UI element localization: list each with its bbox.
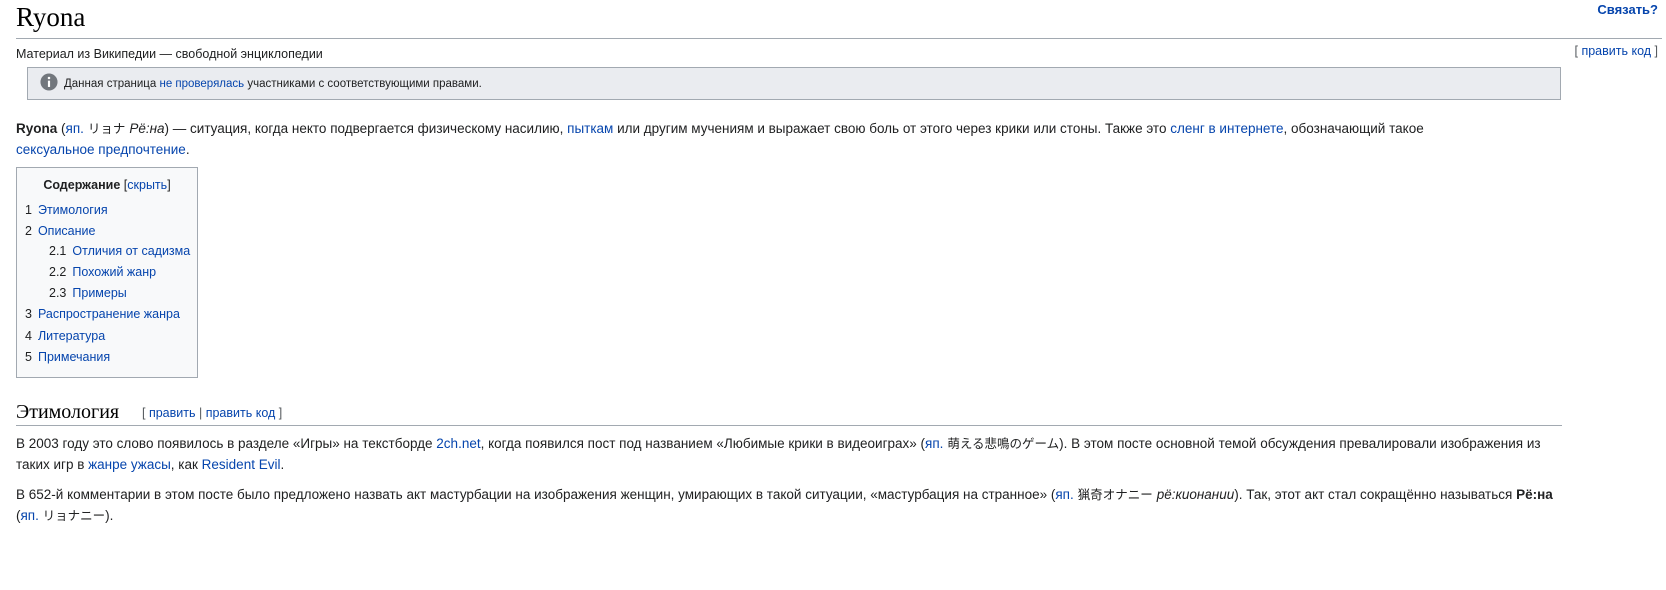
internet-slang-link[interactable]: сленг в интернете [1170, 121, 1283, 136]
section-heading-etymology: Этимология [ править | править код ] [16, 398, 1562, 426]
jp-lang-link[interactable]: яп. [66, 121, 84, 136]
not-reviewed-link[interactable]: не проверялась [159, 78, 244, 90]
toc-item-sadism-differences[interactable]: 2.1 Отличия от садизма [49, 244, 190, 258]
toc-item-genre-spread[interactable]: 3 Распространение жанра [25, 307, 180, 321]
toc-item-description[interactable]: 2 Описание [25, 224, 95, 238]
jp-lang-link[interactable]: яп. [21, 508, 39, 523]
toc-item-etymology[interactable]: 1 Этимология [25, 203, 108, 217]
etymology-paragraph-2: В 652-й комментарии в этом посте было пр… [16, 487, 1553, 523]
intro-paragraph: Ryona (яп. リョナ Рё:на) — ситуация, когда … [16, 121, 1424, 157]
2ch-link[interactable]: 2ch.net [436, 436, 480, 451]
toc-item-notes[interactable]: 5 Примечания [25, 350, 110, 364]
table-of-contents: Содержание [скрыть] 1 Этимология 2 Описани… [16, 167, 198, 378]
section-edit-code-link[interactable]: править код [206, 406, 276, 420]
page-title: Ryona [16, 2, 86, 32]
section-title: Этимология [16, 401, 120, 423]
toc-item-similar-genre[interactable]: 2.2 Похожий жанр [49, 265, 156, 279]
review-notice: Данная страница не проверялась участника… [27, 67, 1561, 100]
section-edit-link[interactable]: править [149, 406, 196, 420]
edit-code-link[interactable]: править код [1581, 44, 1651, 58]
horror-genre-link[interactable]: жанре ужасы [88, 457, 171, 472]
torture-link[interactable]: пыткам [567, 121, 613, 136]
toc-item-examples[interactable]: 2.3 Примеры [49, 286, 127, 300]
etymology-paragraph-1: В 2003 году это слово появилось в раздел… [16, 436, 1541, 472]
title-row: Ryona Связать? [16, 0, 1662, 39]
toc-hide-toggle[interactable]: скрыть [127, 178, 167, 192]
site-tagline: Материал из Википедии — свободной энцикл… [16, 47, 323, 61]
toc-title: Содержание [43, 178, 121, 192]
jp-lang-link[interactable]: яп. [1055, 487, 1073, 502]
edit-code-link-top[interactable]: [ править код ] [1575, 44, 1659, 58]
info-icon [40, 73, 58, 91]
notice-text: Данная страница не проверялась участника… [64, 78, 482, 90]
interlanguage-link[interactable]: Связать? [1597, 2, 1658, 17]
toc-item-literature[interactable]: 4 Литература [25, 329, 105, 343]
toc-header: Содержание [скрыть] [43, 178, 171, 192]
article-page: Ryona Связать? Материал из Википедии — с… [0, 0, 1666, 590]
jp-lang-link[interactable]: яп. [925, 436, 943, 451]
resident-evil-link[interactable]: Resident Evil [202, 457, 281, 472]
section-edit-links: [ править | править код ] [142, 406, 283, 420]
sexual-preference-link[interactable]: сексуальное предпочтение [16, 142, 186, 157]
